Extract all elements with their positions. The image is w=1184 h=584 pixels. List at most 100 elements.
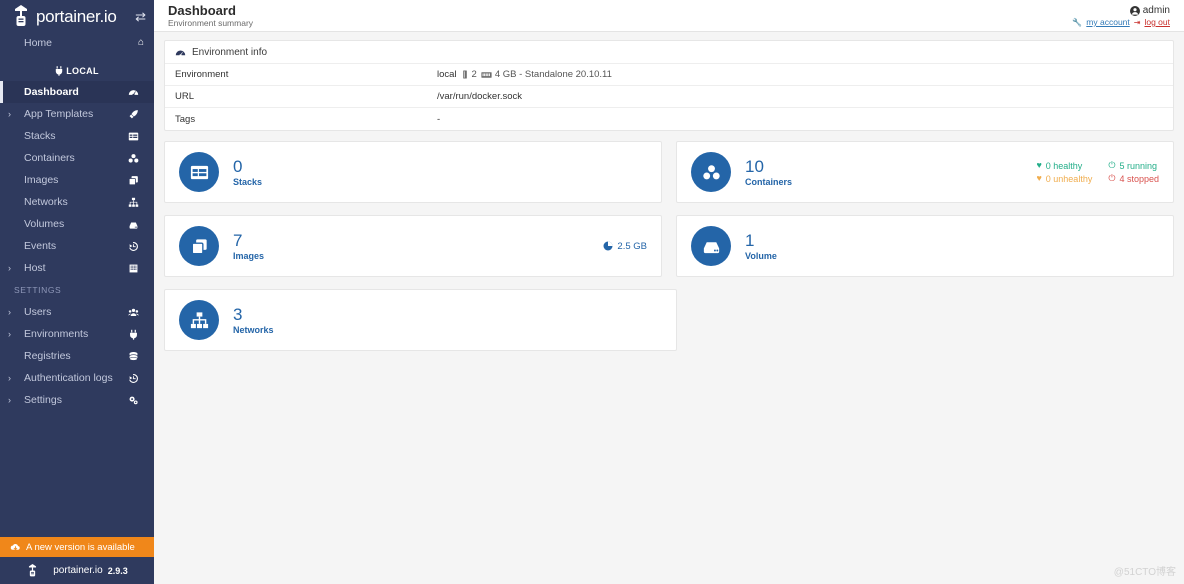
update-banner-label: A new version is available: [26, 542, 135, 553]
containers-icon: [128, 153, 144, 164]
card-label: Volume: [745, 250, 777, 262]
environment-info-title: Environment info: [192, 47, 267, 58]
footer-version: 2.9.3: [108, 566, 128, 576]
power-icon: ⏻: [1108, 161, 1115, 170]
chevron-right-icon: ›: [8, 307, 18, 317]
cloud-download-icon: [10, 542, 21, 552]
page-title: Dashboard: [168, 4, 253, 18]
card-label: Stacks: [233, 176, 262, 188]
sidebar-item-containers[interactable]: Containers: [0, 147, 154, 169]
networks-icon: [128, 197, 144, 208]
sidebar-toggle-icon[interactable]: ⇄: [135, 10, 146, 23]
sidebar-item-label: Authentication logs: [18, 372, 128, 384]
info-value: local 2: [437, 69, 612, 80]
environment-header-label: LOCAL: [66, 66, 99, 76]
sidebar-item-images[interactable]: Images: [0, 169, 154, 191]
sidebar-item-volumes[interactable]: Volumes: [0, 213, 154, 235]
sidebar: portainer.io ⇄ Home ⌂ LOCAL Dashboard: [0, 0, 154, 584]
images-total-size: 2.5 GB: [603, 241, 647, 252]
sidebar-item-home[interactable]: Home ⌂: [0, 32, 154, 54]
log-out-link[interactable]: log out: [1144, 17, 1170, 27]
sidebar-item-host[interactable]: › Host: [0, 257, 154, 279]
user-links: 🔧 my account ⇥ log out: [1072, 17, 1170, 27]
my-account-link[interactable]: my account: [1086, 17, 1129, 27]
card-containers[interactable]: 10 Containers ♥ 0 healthy: [676, 141, 1174, 203]
card-text: 1 Volume: [745, 231, 777, 262]
user-circle-icon: [1130, 6, 1140, 16]
status-running-label: 5 running: [1119, 161, 1157, 171]
chevron-right-icon: ›: [8, 395, 18, 405]
username: admin: [1143, 5, 1170, 16]
sidebar-item-stacks[interactable]: Stacks: [0, 125, 154, 147]
status-running: ⏻ 5 running: [1108, 161, 1159, 171]
power-status-column: ⏻ 5 running ⏻ 4 stopped: [1108, 161, 1159, 184]
images-size-label: 2.5 GB: [617, 241, 647, 252]
sidebar-item-label: Settings: [18, 394, 128, 406]
sidebar-item-label: Environments: [18, 328, 128, 340]
networks-icon: [179, 300, 219, 340]
sidebar-section-settings: SETTINGS: [0, 279, 154, 301]
chevron-right-icon: ›: [8, 329, 18, 339]
footer-brand-name: portainer.io: [53, 565, 102, 576]
card-stacks[interactable]: 0 Stacks: [164, 141, 662, 203]
update-available-banner[interactable]: A new version is available: [0, 537, 154, 557]
card-volumes[interactable]: 1 Volume: [676, 215, 1174, 277]
sidebar-item-networks[interactable]: Networks: [0, 191, 154, 213]
cpu-info: 2: [461, 69, 477, 80]
nav-spacer: [0, 54, 154, 61]
cpu-icon: [461, 70, 469, 79]
power-off-icon: ⏻: [1108, 174, 1115, 183]
info-value: /var/run/docker.sock: [437, 91, 522, 102]
portainer-dashboard: portainer.io ⇄ Home ⌂ LOCAL Dashboard: [0, 0, 1184, 584]
status-healthy: ♥ 0 healthy: [1036, 161, 1092, 171]
sidebar-item-authentication-logs[interactable]: › Authentication logs: [0, 367, 154, 389]
container-status-grid: ♥ 0 healthy ♥ 0 unhealthy: [1036, 161, 1159, 184]
brand-header[interactable]: portainer.io ⇄: [0, 0, 154, 32]
images-icon: [128, 175, 144, 186]
card-row-1: 0 Stacks 10: [164, 141, 1174, 203]
card-row-2: 7 Images 2.5 GB: [164, 215, 1174, 277]
sidebar-item-label: Images: [18, 174, 128, 186]
plug-icon: [128, 329, 144, 340]
sidebar-item-dashboard[interactable]: Dashboard: [0, 81, 154, 103]
card-count: 10: [745, 157, 792, 176]
status-unhealthy-label: 0 unhealthy: [1046, 174, 1093, 184]
history-icon: [128, 241, 144, 252]
gears-icon: [128, 395, 144, 406]
info-key: URL: [165, 91, 437, 102]
heart-icon: ♥: [1036, 161, 1041, 170]
watermark: @51CTO博客: [1114, 563, 1176, 578]
user-row: admin: [1072, 5, 1170, 16]
sidebar-item-label: Host: [18, 262, 128, 274]
host-icon: [128, 263, 144, 274]
sidebar-item-label: Stacks: [18, 130, 128, 142]
history-icon: [128, 373, 144, 384]
page-subtitle: Environment summary: [168, 18, 253, 29]
card-networks[interactable]: 3 Networks: [164, 289, 677, 351]
environment-info-header: Environment info: [165, 41, 1173, 64]
sidebar-item-registries[interactable]: Registries: [0, 345, 154, 367]
sidebar-item-label: Networks: [18, 196, 128, 208]
sidebar-item-settings[interactable]: › Settings: [0, 389, 154, 411]
environment-header: LOCAL: [0, 61, 154, 81]
sidebar-item-users[interactable]: › Users: [0, 301, 154, 323]
registry-icon: [128, 351, 144, 362]
card-label: Images: [233, 250, 264, 262]
sidebar-item-events[interactable]: Events: [0, 235, 154, 257]
card-count: 1: [745, 231, 777, 250]
sidebar-item-environments[interactable]: › Environments: [0, 323, 154, 345]
sidebar-item-label: Containers: [18, 152, 128, 164]
sidebar-footer: portainer.io 2.9.3: [0, 557, 154, 584]
main-content: Dashboard Environment summary admin 🔧: [154, 0, 1184, 584]
portainer-logo-icon: [10, 4, 32, 28]
card-images[interactable]: 7 Images 2.5 GB: [164, 215, 662, 277]
chevron-right-icon: ›: [8, 109, 18, 119]
sidebar-item-label: App Templates: [18, 108, 128, 120]
containers-icon: [691, 152, 731, 192]
chevron-right-icon: ›: [8, 263, 18, 273]
sidebar-item-app-templates[interactable]: › App Templates: [0, 103, 154, 125]
rocket-icon: [128, 109, 144, 120]
status-stopped: ⏻ 4 stopped: [1108, 174, 1159, 184]
images-icon: [179, 226, 219, 266]
images-size-group: 2.5 GB: [603, 241, 647, 252]
